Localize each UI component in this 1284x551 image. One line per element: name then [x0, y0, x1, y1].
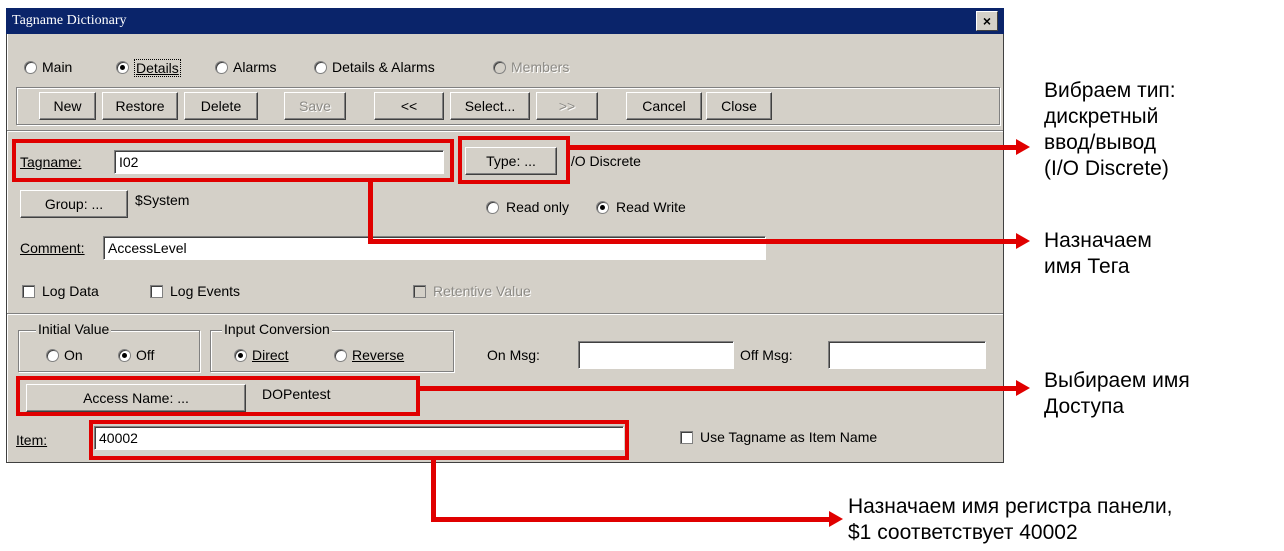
tagname-note: Назначаем имя Тега [1044, 229, 1152, 278]
on-msg-field[interactable] [578, 341, 734, 369]
item-arrow-vertical [431, 460, 436, 522]
off-msg-label: Off Msg: [740, 347, 793, 363]
retentive-value-label: Retentive Value [433, 283, 531, 299]
delete-button[interactable]: Delete [184, 92, 258, 120]
read-write-label: Read Write [616, 199, 686, 215]
type-arrow-line [570, 145, 1018, 150]
retentive-value-checkbox[interactable] [413, 285, 426, 298]
reverse-label: Reverse [352, 347, 405, 363]
type-value: I/O Discrete [567, 153, 641, 169]
radio-read-only[interactable] [486, 201, 499, 214]
new-button[interactable]: New [39, 92, 96, 120]
item-arrow-head [829, 511, 843, 527]
initial-on-label: On [64, 347, 83, 363]
type-arrow-head [1016, 139, 1030, 155]
tagname-arrow-head [1016, 233, 1030, 249]
tagname-highlight [12, 139, 454, 182]
radio-alarms-label: Alarms [233, 59, 277, 75]
radio-read-write[interactable] [596, 201, 609, 214]
access-name-highlight [16, 376, 420, 416]
access-arrow-line [420, 386, 1018, 391]
prev-button[interactable]: << [374, 92, 444, 120]
use-tagname-checkbox[interactable] [680, 431, 693, 444]
cancel-button[interactable]: Cancel [626, 92, 702, 120]
next-button[interactable]: >> [536, 92, 598, 120]
comment-label: Comment: [20, 240, 85, 256]
access-note: Выбираем имя Доступа [1044, 369, 1190, 418]
save-button[interactable]: Save [284, 92, 346, 120]
radio-reverse[interactable] [334, 349, 347, 362]
on-msg-label: On Msg: [487, 347, 540, 363]
item-arrow-line [431, 517, 831, 522]
radio-alarms[interactable] [215, 61, 228, 74]
input-conversion-title: Input Conversion [222, 321, 332, 337]
radio-details-label: Details [134, 59, 181, 77]
radio-main-label: Main [42, 59, 73, 75]
log-data-checkbox[interactable] [22, 285, 35, 298]
group-button[interactable]: Group: ... [20, 190, 128, 218]
radio-main[interactable] [24, 61, 37, 74]
divider [7, 313, 1003, 315]
restore-button[interactable]: Restore [102, 92, 178, 120]
type-note: Вибраем тип: дискретный ввод/вывод (I/O … [1044, 79, 1176, 180]
radio-members[interactable] [493, 61, 506, 74]
item-highlight [89, 420, 629, 460]
radio-initial-off[interactable] [118, 349, 131, 362]
select-button[interactable]: Select... [450, 92, 530, 120]
close-button[interactable]: Close [706, 92, 772, 120]
radio-details[interactable] [116, 61, 129, 74]
radio-direct[interactable] [234, 349, 247, 362]
read-only-label: Read only [506, 199, 570, 215]
log-events-checkbox[interactable] [150, 285, 163, 298]
use-tagname-label: Use Tagname as Item Name [700, 429, 878, 445]
tagname-arrow-line [368, 239, 1018, 244]
radio-initial-on[interactable] [46, 349, 59, 362]
initial-off-label: Off [136, 347, 155, 363]
log-events-label: Log Events [170, 283, 241, 299]
access-arrow-head [1016, 380, 1030, 396]
radio-details-alarms[interactable] [314, 61, 327, 74]
direct-label: Direct [252, 347, 289, 363]
type-highlight [458, 136, 570, 184]
initial-value-title: Initial Value [36, 321, 112, 337]
radio-details-alarms-label: Details & Alarms [332, 59, 435, 75]
tagname-arrow-vertical [368, 182, 373, 244]
log-data-label: Log Data [42, 283, 99, 299]
off-msg-field[interactable] [828, 341, 986, 369]
group-value: $System [135, 192, 190, 208]
divider [7, 130, 1003, 132]
window-title: Tagname Dictionary [6, 8, 1004, 34]
item-note: Назначаем имя регистра панели, $1 соотве… [848, 495, 1173, 544]
close-icon[interactable]: × [976, 11, 998, 31]
radio-members-label: Members [511, 59, 570, 75]
item-label: Item: [16, 432, 48, 448]
